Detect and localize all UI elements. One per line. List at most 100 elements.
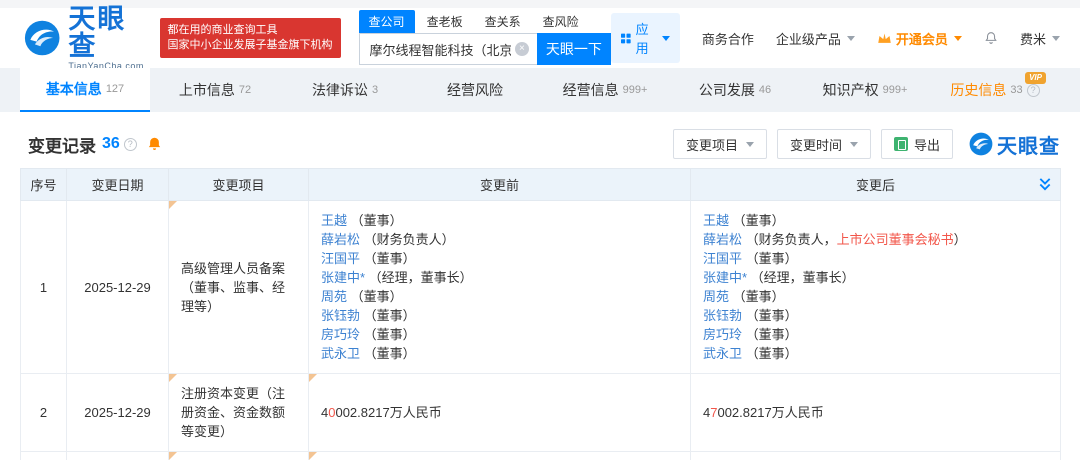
person-link[interactable]: 王越 — [703, 213, 729, 228]
person-link[interactable]: 武永卫 — [703, 346, 742, 361]
search-tab-boss[interactable]: 查老板 — [417, 10, 473, 33]
apps-menu[interactable]: 应用 — [611, 13, 680, 63]
table-row: 22025-12-29注册资本变更（注册资金、资金数额等变更）40002.821… — [21, 374, 1061, 452]
menu-enterprise-products[interactable]: 企业级产品 — [776, 29, 855, 48]
nav-tab-count: 127 — [106, 83, 124, 95]
menu-open-vip[interactable]: 开通会员 — [877, 29, 962, 48]
person-link[interactable]: 汪国平 — [321, 251, 360, 266]
cell-line: 王越 （董事） — [321, 211, 678, 230]
person-link[interactable]: 房巧玲 — [703, 327, 742, 342]
cell-change-before: 王越 （董事）薛岩松 （财务负责人）汪国平 （董事）张建中* （经理，董事长）周… — [309, 201, 691, 374]
search-module: 查公司 查老板 查关系 查风险 × 天眼一下 — [359, 11, 611, 65]
person-link[interactable]: 张建中* — [321, 270, 365, 285]
cell-row-number: 3 — [21, 452, 67, 460]
collapse-all-icon[interactable] — [1038, 177, 1052, 192]
person-link[interactable]: 周苑 — [321, 289, 347, 304]
cell-change-item: 注册资本变更（注册资金、资金数额等变更） — [169, 374, 309, 452]
promo-line1: 都在用的商业查询工具 — [168, 23, 333, 38]
col-header-after-label: 变更后 — [856, 178, 895, 193]
nav-tab-4[interactable]: 经营信息999+ — [540, 68, 670, 112]
cell-line: 房巧玲 （董事） — [321, 325, 678, 344]
tianyancha-watermark-icon — [969, 132, 993, 156]
cell-line: 张钰勃 （董事） — [321, 306, 678, 325]
user-menu[interactable]: 费米 — [1020, 29, 1060, 48]
cell-text: （经理，董事长） — [747, 270, 855, 285]
change-records-table: 序号 变更日期 变更项目 变更前 变更后 12025-12-29高级管理人员备案… — [20, 168, 1061, 460]
export-button[interactable]: 导出 — [881, 129, 953, 159]
clear-icon[interactable]: × — [515, 42, 529, 56]
cell-text: （董事） — [742, 327, 798, 342]
col-header-no: 序号 — [21, 169, 67, 201]
vip-label: 开通会员 — [896, 29, 948, 48]
site-header: 天眼查 TianYanCha.com 都在用的商业查询工具 国家中小企业发展子基… — [0, 8, 1080, 68]
person-link[interactable]: 武永卫 — [321, 346, 360, 361]
search-input[interactable] — [359, 33, 537, 65]
cell-text: （董事） — [347, 213, 403, 228]
cell-change-before: 40002.8217万人民币 — [309, 374, 691, 452]
cell-text: （经理，董事长） — [365, 270, 473, 285]
person-link[interactable]: 张钰勃 — [703, 308, 742, 323]
filter-change-item-button[interactable]: 变更项目 — [673, 129, 767, 159]
tianyancha-logo-icon — [24, 18, 60, 58]
menu-biz-cooperation[interactable]: 商务合作 — [702, 29, 754, 48]
excel-export-icon — [894, 137, 908, 151]
subscribe-bell-icon[interactable] — [147, 136, 162, 152]
cell-line: 薛岩松 （财务负责人，上市公司董事会秘书） — [703, 230, 1048, 249]
cell-text: （董事） — [360, 308, 416, 323]
export-label: 导出 — [914, 135, 940, 154]
search-tab-relation[interactable]: 查关系 — [475, 10, 531, 33]
filter-change-time-label: 变更时间 — [790, 135, 842, 154]
person-link[interactable]: 周苑 — [703, 289, 729, 304]
cell-line: 张建中* （经理，董事长） — [703, 268, 1048, 287]
vip-crown-icon — [877, 32, 892, 45]
nav-tab-2[interactable]: 法律诉讼 3 — [280, 68, 410, 112]
col-header-item: 变更项目 — [169, 169, 309, 201]
cell-change-date: 2025-12-29 — [67, 374, 169, 452]
nav-tab-label: 上市信息 — [179, 80, 235, 100]
cell-text: （董事） — [360, 327, 416, 342]
nav-tab-1[interactable]: 上市信息72 — [150, 68, 280, 112]
person-link[interactable]: 张建中* — [703, 270, 747, 285]
nav-tab-7[interactable]: 历史信息33?VIP — [930, 68, 1060, 112]
apps-label: 应用 — [636, 19, 655, 57]
cell-line: 汪国平 （董事） — [321, 249, 678, 268]
top-strip — [0, 0, 1080, 8]
cell-line: 房巧玲 （董事） — [703, 325, 1048, 344]
search-tab-risk[interactable]: 查风险 — [533, 10, 589, 33]
person-link[interactable]: 张钰勃 — [321, 308, 360, 323]
nav-tab-count: 3 — [372, 84, 378, 96]
person-link[interactable]: 房巧玲 — [321, 327, 360, 342]
promo-line2: 国家中小企业发展子基金旗下机构 — [168, 38, 333, 53]
highlighted-change-text: 上市公司董事会秘书 — [837, 232, 954, 247]
cell-line: 周苑 （董事） — [703, 287, 1048, 306]
info-icon[interactable]: ? — [124, 138, 137, 151]
nav-tab-count: 33 — [1010, 84, 1022, 96]
cell-text: （董事） — [360, 346, 416, 361]
person-link[interactable]: 薛岩松 — [703, 232, 742, 247]
cell-line: 薛岩松 （财务负责人） — [321, 230, 678, 249]
search-tabs: 查公司 查老板 查关系 查风险 — [359, 11, 611, 33]
tianyancha-logo[interactable]: 天眼查 TianYanCha.com — [24, 6, 148, 71]
nav-tab-5[interactable]: 公司发展46 — [670, 68, 800, 112]
chevron-down-icon — [954, 36, 962, 41]
nav-tab-label: 法律诉讼 — [312, 80, 368, 100]
search-tab-company[interactable]: 查公司 — [359, 10, 415, 33]
nav-tab-0[interactable]: 基本信息127 — [20, 68, 150, 112]
person-link[interactable]: 薛岩松 — [321, 232, 360, 247]
cell-row-number: 2 — [21, 374, 67, 452]
logo-title: 天眼查 — [68, 6, 147, 60]
person-link[interactable]: 汪国平 — [703, 251, 742, 266]
search-button[interactable]: 天眼一下 — [537, 33, 611, 65]
cell-change-date: 2025-12-29 — [67, 452, 169, 460]
section-header: 变更记录 36 ? 变更项目 变更时间 导出 天眼查 — [28, 128, 1060, 160]
table-row: 32025-12-29市场主体类型变更其他股份有限公司（非上市）其他股份有限公司… — [21, 452, 1061, 460]
filter-change-time-button[interactable]: 变更时间 — [777, 129, 871, 159]
person-link[interactable]: 王越 — [321, 213, 347, 228]
nav-tab-6[interactable]: 知识产权999+ — [800, 68, 930, 112]
info-icon[interactable]: ? — [1027, 84, 1040, 97]
nav-tab-3[interactable]: 经营风险 — [410, 68, 540, 112]
cell-line: 47002.8217万人民币 — [703, 403, 1048, 422]
nav-tab-label: 历史信息 — [950, 80, 1006, 100]
nav-tab-label: 经营风险 — [447, 80, 503, 100]
notification-bell-icon[interactable] — [984, 29, 998, 47]
